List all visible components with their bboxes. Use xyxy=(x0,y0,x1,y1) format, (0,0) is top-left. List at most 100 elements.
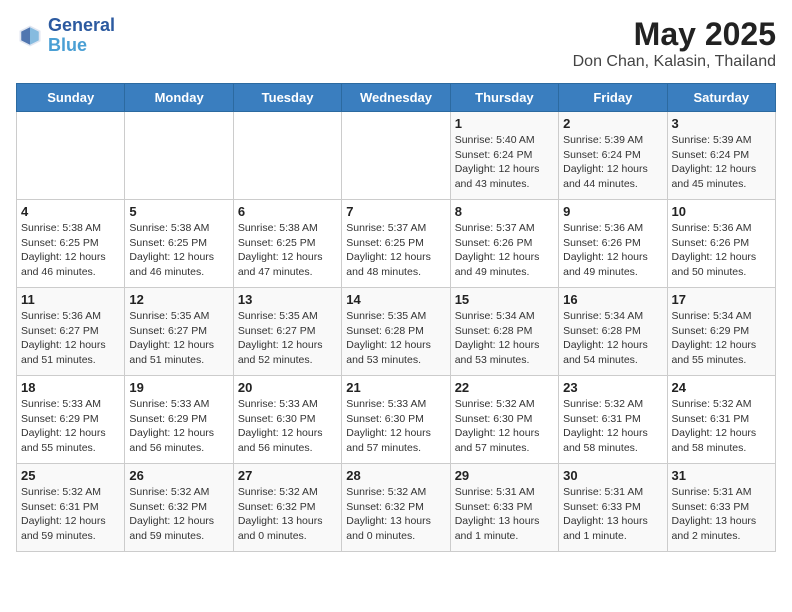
calendar-cell: 23 Sunrise: 5:32 AMSunset: 6:31 PMDayligh… xyxy=(559,376,667,464)
day-number: 26 xyxy=(129,468,228,483)
logo-line1: General xyxy=(48,16,115,36)
logo-icon xyxy=(16,22,44,50)
weekday-monday: Monday xyxy=(125,84,233,112)
day-number: 28 xyxy=(346,468,445,483)
day-number: 4 xyxy=(21,204,120,219)
day-info: Sunrise: 5:33 AMSunset: 6:29 PMDaylight:… xyxy=(129,397,228,456)
day-info: Sunrise: 5:32 AMSunset: 6:31 PMDaylight:… xyxy=(563,397,662,456)
week-row-1: 1 Sunrise: 5:40 AMSunset: 6:24 PMDaylight… xyxy=(17,112,776,200)
week-row-3: 11 Sunrise: 5:36 AMSunset: 6:27 PMDayligh… xyxy=(17,288,776,376)
page-subtitle: Don Chan, Kalasin, Thailand xyxy=(573,53,776,71)
calendar-cell: 15 Sunrise: 5:34 AMSunset: 6:28 PMDayligh… xyxy=(450,288,558,376)
calendar-cell: 26 Sunrise: 5:32 AMSunset: 6:32 PMDayligh… xyxy=(125,464,233,552)
calendar-cell: 7 Sunrise: 5:37 AMSunset: 6:25 PMDaylight… xyxy=(342,200,450,288)
day-info: Sunrise: 5:31 AMSunset: 6:33 PMDaylight:… xyxy=(672,485,771,544)
day-info: Sunrise: 5:32 AMSunset: 6:32 PMDaylight:… xyxy=(238,485,337,544)
calendar-cell: 3 Sunrise: 5:39 AMSunset: 6:24 PMDaylight… xyxy=(667,112,775,200)
calendar-cell: 1 Sunrise: 5:40 AMSunset: 6:24 PMDaylight… xyxy=(450,112,558,200)
day-info: Sunrise: 5:35 AMSunset: 6:28 PMDaylight:… xyxy=(346,309,445,368)
calendar-cell xyxy=(125,112,233,200)
weekday-sunday: Sunday xyxy=(17,84,125,112)
day-number: 21 xyxy=(346,380,445,395)
calendar-cell: 27 Sunrise: 5:32 AMSunset: 6:32 PMDayligh… xyxy=(233,464,341,552)
calendar-cell: 5 Sunrise: 5:38 AMSunset: 6:25 PMDaylight… xyxy=(125,200,233,288)
day-number: 6 xyxy=(238,204,337,219)
day-number: 19 xyxy=(129,380,228,395)
day-info: Sunrise: 5:31 AMSunset: 6:33 PMDaylight:… xyxy=(563,485,662,544)
day-info: Sunrise: 5:38 AMSunset: 6:25 PMDaylight:… xyxy=(21,221,120,280)
calendar-cell: 24 Sunrise: 5:32 AMSunset: 6:31 PMDayligh… xyxy=(667,376,775,464)
day-info: Sunrise: 5:37 AMSunset: 6:25 PMDaylight:… xyxy=(346,221,445,280)
calendar-cell: 25Sunrise: 5:32 AMSunset: 6:31 PMDayligh… xyxy=(17,464,125,552)
day-info: Sunrise: 5:36 AMSunset: 6:26 PMDaylight:… xyxy=(563,221,662,280)
calendar-cell: 22Sunrise: 5:32 AMSunset: 6:30 PMDayligh… xyxy=(450,376,558,464)
day-number: 27 xyxy=(238,468,337,483)
day-info: Sunrise: 5:34 AMSunset: 6:28 PMDaylight:… xyxy=(455,309,554,368)
day-number: 14 xyxy=(346,292,445,307)
calendar-cell: 9Sunrise: 5:36 AMSunset: 6:26 PMDaylight… xyxy=(559,200,667,288)
calendar-cell: 18 Sunrise: 5:33 AMSunset: 6:29 PMDayligh… xyxy=(17,376,125,464)
day-number: 29 xyxy=(455,468,554,483)
day-info: Sunrise: 5:39 AMSunset: 6:24 PMDaylight:… xyxy=(672,133,771,192)
day-number: 16 xyxy=(563,292,662,307)
weekday-saturday: Saturday xyxy=(667,84,775,112)
day-info: Sunrise: 5:33 AMSunset: 6:30 PMDaylight:… xyxy=(346,397,445,456)
calendar-cell: 28 Sunrise: 5:32 AMSunset: 6:32 PMDayligh… xyxy=(342,464,450,552)
day-number: 24 xyxy=(672,380,771,395)
page-header: General Blue May 2025 Don Chan, Kalasin,… xyxy=(16,16,776,71)
calendar-header: SundayMondayTuesdayWednesdayThursdayFrid… xyxy=(17,84,776,112)
day-number: 2 xyxy=(563,116,662,131)
logo-line2: Blue xyxy=(48,36,115,56)
day-number: 12 xyxy=(129,292,228,307)
day-info: Sunrise: 5:37 AMSunset: 6:26 PMDaylight:… xyxy=(455,221,554,280)
day-info: Sunrise: 5:35 AMSunset: 6:27 PMDaylight:… xyxy=(238,309,337,368)
weekday-tuesday: Tuesday xyxy=(233,84,341,112)
day-number: 18 xyxy=(21,380,120,395)
day-number: 1 xyxy=(455,116,554,131)
day-info: Sunrise: 5:32 AMSunset: 6:31 PMDaylight:… xyxy=(672,397,771,456)
day-info: Sunrise: 5:33 AMSunset: 6:30 PMDaylight:… xyxy=(238,397,337,456)
calendar-cell xyxy=(342,112,450,200)
day-info: Sunrise: 5:36 AMSunset: 6:27 PMDaylight:… xyxy=(21,309,120,368)
day-info: Sunrise: 5:32 AMSunset: 6:31 PMDaylight:… xyxy=(21,485,120,544)
calendar-cell: 8Sunrise: 5:37 AMSunset: 6:26 PMDaylight… xyxy=(450,200,558,288)
week-row-2: 4 Sunrise: 5:38 AMSunset: 6:25 PMDaylight… xyxy=(17,200,776,288)
calendar-cell: 19 Sunrise: 5:33 AMSunset: 6:29 PMDayligh… xyxy=(125,376,233,464)
day-info: Sunrise: 5:32 AMSunset: 6:32 PMDaylight:… xyxy=(346,485,445,544)
day-info: Sunrise: 5:32 AMSunset: 6:32 PMDaylight:… xyxy=(129,485,228,544)
day-number: 31 xyxy=(672,468,771,483)
day-number: 23 xyxy=(563,380,662,395)
day-number: 22 xyxy=(455,380,554,395)
calendar-cell xyxy=(233,112,341,200)
calendar-cell: 2 Sunrise: 5:39 AMSunset: 6:24 PMDaylight… xyxy=(559,112,667,200)
logo: General Blue xyxy=(16,16,115,56)
day-number: 7 xyxy=(346,204,445,219)
weekday-thursday: Thursday xyxy=(450,84,558,112)
day-number: 13 xyxy=(238,292,337,307)
day-number: 11 xyxy=(21,292,120,307)
day-number: 17 xyxy=(672,292,771,307)
calendar-cell: 11 Sunrise: 5:36 AMSunset: 6:27 PMDayligh… xyxy=(17,288,125,376)
day-number: 3 xyxy=(672,116,771,131)
calendar-body: 1 Sunrise: 5:40 AMSunset: 6:24 PMDaylight… xyxy=(17,112,776,552)
calendar-cell: 14 Sunrise: 5:35 AMSunset: 6:28 PMDayligh… xyxy=(342,288,450,376)
day-number: 5 xyxy=(129,204,228,219)
calendar-cell: 4 Sunrise: 5:38 AMSunset: 6:25 PMDaylight… xyxy=(17,200,125,288)
calendar-cell: 29 Sunrise: 5:31 AMSunset: 6:33 PMDayligh… xyxy=(450,464,558,552)
calendar-cell: 10Sunrise: 5:36 AMSunset: 6:26 PMDayligh… xyxy=(667,200,775,288)
day-info: Sunrise: 5:38 AMSunset: 6:25 PMDaylight:… xyxy=(129,221,228,280)
calendar-cell: 16Sunrise: 5:34 AMSunset: 6:28 PMDayligh… xyxy=(559,288,667,376)
day-info: Sunrise: 5:31 AMSunset: 6:33 PMDaylight:… xyxy=(455,485,554,544)
day-info: Sunrise: 5:36 AMSunset: 6:26 PMDaylight:… xyxy=(672,221,771,280)
calendar-cell xyxy=(17,112,125,200)
page-title: May 2025 xyxy=(573,16,776,53)
day-info: Sunrise: 5:33 AMSunset: 6:29 PMDaylight:… xyxy=(21,397,120,456)
day-number: 15 xyxy=(455,292,554,307)
calendar-cell: 21 Sunrise: 5:33 AMSunset: 6:30 PMDayligh… xyxy=(342,376,450,464)
title-block: May 2025 Don Chan, Kalasin, Thailand xyxy=(573,16,776,71)
day-info: Sunrise: 5:39 AMSunset: 6:24 PMDaylight:… xyxy=(563,133,662,192)
day-info: Sunrise: 5:40 AMSunset: 6:24 PMDaylight:… xyxy=(455,133,554,192)
day-info: Sunrise: 5:38 AMSunset: 6:25 PMDaylight:… xyxy=(238,221,337,280)
calendar-cell: 20Sunrise: 5:33 AMSunset: 6:30 PMDayligh… xyxy=(233,376,341,464)
day-info: Sunrise: 5:35 AMSunset: 6:27 PMDaylight:… xyxy=(129,309,228,368)
